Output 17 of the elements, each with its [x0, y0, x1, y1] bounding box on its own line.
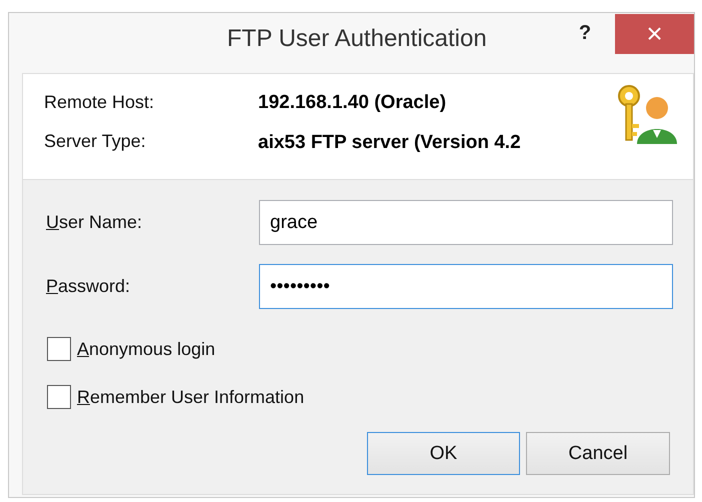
info-label: Remote Host: — [44, 92, 156, 113]
info-value: aix53 FTP server (Version 4.2 — [258, 132, 522, 154]
cancel-button[interactable]: Cancel — [526, 432, 670, 475]
checkbox-label[interactable]: Remember User Information — [77, 386, 304, 408]
field-label: User Name: — [46, 212, 144, 233]
window-title: FTP User Authentication — [227, 25, 487, 53]
text-field[interactable]: grace — [259, 200, 673, 245]
info-value: 192.168.1.40 (Oracle) — [258, 92, 448, 114]
help-button[interactable]: ? — [565, 15, 605, 51]
checkbox-label[interactable]: Anonymous login — [77, 338, 216, 360]
field-label: Password: — [46, 276, 132, 297]
checkbox[interactable] — [47, 385, 71, 409]
text-field[interactable]: ••••••••• — [259, 264, 673, 309]
info-label: Server Type: — [44, 131, 147, 152]
ok-button[interactable]: OK — [367, 432, 520, 475]
checkbox[interactable] — [47, 337, 71, 361]
close-button[interactable]: × — [615, 14, 694, 54]
